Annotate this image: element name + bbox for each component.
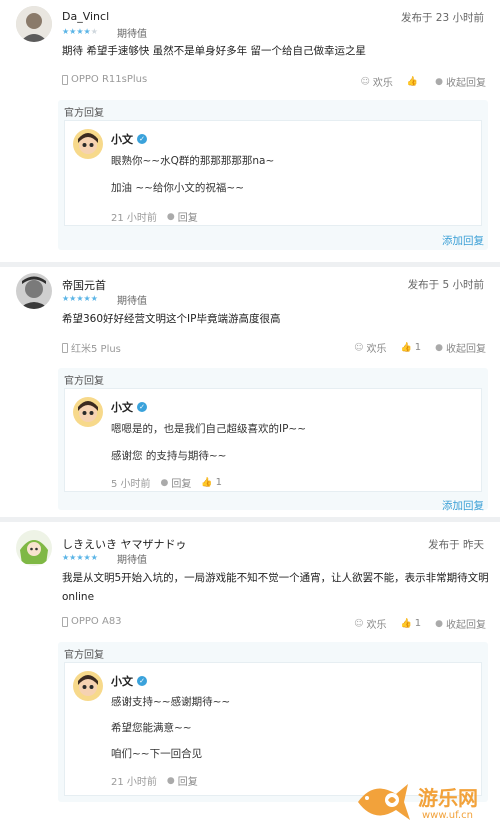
official-reply-text: 咱们~~下一回合见 [111, 748, 203, 760]
thumbs-up-icon: 👍 [201, 477, 213, 488]
thumbs-up-icon: 👍 [400, 618, 412, 629]
review-actions: ☺ 欢乐 👍 1 ● 收起回复 [354, 340, 486, 355]
official-reply-meta: 5 小时前 ● 回复 👍 1 [111, 475, 222, 490]
collapse-replies-button[interactable]: ● 收起回复 [435, 74, 486, 90]
post-time: 发布于 昨天 [428, 539, 484, 551]
user-avatar[interactable] [16, 273, 52, 309]
official-reply-meta: 21 小时前 ● 回复 [111, 773, 198, 789]
official-reply-card: 小文 ✓ 眼熟你~~水Q群的那那那那那na~ 加油 ~~给你小文的祝福~~ 21 … [64, 120, 482, 226]
official-reply-time: 21 小时前 [111, 777, 157, 788]
official-reply-title: 官方回复 [64, 108, 104, 119]
happy-button[interactable]: ☺ 欢乐 [354, 340, 386, 356]
verified-icon: ✓ [137, 134, 147, 144]
username[interactable]: 帝国元首 [62, 277, 106, 293]
device-name: 红米5 Plus [71, 344, 121, 355]
official-reply-title: 官方回复 [64, 376, 104, 387]
device-info: OPPO R11sPlus [62, 74, 147, 85]
rating-label: 期待值 [117, 296, 147, 307]
smile-icon: ☺ [354, 342, 364, 353]
review-content: 希望360好好经营文明这个IP毕竟端游高度很高 [62, 313, 281, 325]
collapse-replies-button[interactable]: ● 收起回复 [435, 340, 486, 356]
add-reply-link[interactable]: 添加回复 [442, 498, 484, 513]
official-reply-text: 感谢支持~~感谢期待~~ [111, 696, 231, 708]
phone-icon [62, 616, 68, 627]
review-item: 帝国元首 ★★★★★ 期待值 发布于 5 小时前 希望360好好经营文明这个IP… [0, 267, 500, 517]
rating-stars: ★★★★★ [62, 27, 98, 36]
review-actions: ☺ 欢乐 👍 1 ● 收起回复 [354, 616, 486, 631]
official-reply-text: 希望您能满意~~ [111, 722, 192, 734]
like-button[interactable]: 👍 [407, 77, 421, 87]
review-meta: 红米5 Plus ☺ 欢乐 👍 1 ● 收起回复 [62, 340, 486, 356]
user-avatar[interactable] [16, 6, 52, 42]
watermark-name: 游乐网 [418, 786, 478, 810]
review-actions: ☺ 欢乐 👍 ● 收起回复 [360, 74, 486, 90]
happy-button[interactable]: ☺ 欢乐 [354, 616, 386, 632]
review-item: Da_Vincl ★★★★★ 期待值 发布于 23 小时前 期待 希望手速够快 … [0, 0, 500, 262]
comment-icon: ● [435, 618, 443, 629]
phone-icon [62, 342, 68, 353]
device-info: OPPO A83 [62, 616, 122, 627]
smile-icon: ☺ [360, 76, 370, 87]
comment-icon: ● [435, 342, 443, 353]
reply-button[interactable]: ● 回复 [160, 475, 192, 491]
official-reply-text: 加油 ~~给你小文的祝福~~ [111, 182, 245, 194]
official-reply-card: 小文 ✓ 嗯嗯是的，也是我们自己超级喜欢的IP~~ 感谢您 的支持与期待~~ 5 … [64, 388, 482, 492]
like-button[interactable]: 👍 1 [401, 618, 422, 629]
like-button[interactable]: 👍 1 [401, 342, 422, 353]
official-reply-time: 21 小时前 [111, 213, 157, 224]
comment-icon: ● [435, 76, 443, 87]
official-like-button[interactable]: 👍 1 [201, 475, 222, 490]
reply-button[interactable]: ● 回复 [166, 209, 198, 225]
smile-icon: ☺ [354, 618, 364, 629]
official-reply-panel: 官方回复 小文 ✓ 眼熟你~~水Q群的那那那那那na~ 加油 ~~给你小文的祝福~… [58, 100, 488, 250]
official-name[interactable]: 小文 ✓ [111, 673, 147, 689]
post-time: 发布于 23 小时前 [400, 12, 484, 24]
add-reply-link[interactable]: 添加回复 [442, 233, 484, 248]
verified-icon: ✓ [137, 676, 147, 686]
username[interactable]: しきえいき ヤマザナドゥ [62, 536, 187, 552]
phone-icon [62, 74, 68, 85]
device-name: OPPO R11sPlus [71, 74, 148, 85]
official-reply-text: 感谢您 的支持与期待~~ [111, 450, 227, 462]
device-info: 红米5 Plus [62, 340, 121, 355]
fish-logo-icon [358, 784, 410, 820]
official-reply-panel: 官方回复 小文 ✓ 嗯嗯是的，也是我们自己超级喜欢的IP~~ 感谢您 的支持与期待… [58, 368, 488, 513]
official-name[interactable]: 小文 ✓ [111, 399, 147, 415]
comment-icon: ● [160, 477, 169, 488]
comment-icon: ● [166, 775, 175, 786]
site-watermark: 游乐网 www.uf.cn [352, 772, 500, 831]
rating-stars: ★★★★★ [62, 294, 98, 303]
review-content: 期待 希望手速够快 虽然不是单身好多年 留一个给自己做幸运之星 [62, 45, 367, 57]
review-meta: OPPO R11sPlus ☺ 欢乐 👍 ● 收起回复 [62, 74, 486, 90]
happy-button[interactable]: ☺ 欢乐 [360, 74, 393, 90]
collapse-replies-button[interactable]: ● 收起回复 [435, 616, 486, 632]
rating-stars: ★★★★★ [62, 553, 98, 562]
username[interactable]: Da_Vincl [62, 10, 109, 23]
official-reply-time: 5 小时前 [111, 479, 151, 490]
thumbs-up-icon: 👍 [400, 342, 412, 353]
verified-icon: ✓ [137, 402, 147, 412]
review-meta: OPPO A83 ☺ 欢乐 👍 1 ● 收起回复 [62, 616, 486, 632]
official-reply-meta: 21 小时前 ● 回复 [111, 209, 198, 225]
thumbs-up-icon: 👍 [406, 76, 419, 87]
comment-icon: ● [166, 211, 175, 222]
user-avatar[interactable] [16, 530, 52, 566]
official-avatar[interactable] [73, 671, 103, 701]
official-reply-text: 眼熟你~~水Q群的那那那那那na~ [111, 155, 275, 167]
review-content: 我是从文明5开始入坑的，一局游戏能不知不觉一个通宵，让人欲罢不能，表示非常期待文… [62, 572, 489, 603]
device-name: OPPO A83 [71, 616, 122, 627]
watermark-url: www.uf.cn [422, 810, 473, 821]
official-reply-title: 官方回复 [64, 650, 104, 661]
official-avatar[interactable] [73, 397, 103, 427]
official-reply-text: 嗯嗯是的，也是我们自己超级喜欢的IP~~ [111, 423, 307, 435]
official-avatar[interactable] [73, 129, 103, 159]
reply-button[interactable]: ● 回复 [166, 773, 198, 789]
rating-label: 期待值 [117, 29, 147, 40]
post-time: 发布于 5 小时前 [407, 279, 484, 291]
rating-label: 期待值 [117, 555, 147, 566]
official-name[interactable]: 小文 ✓ [111, 131, 147, 147]
